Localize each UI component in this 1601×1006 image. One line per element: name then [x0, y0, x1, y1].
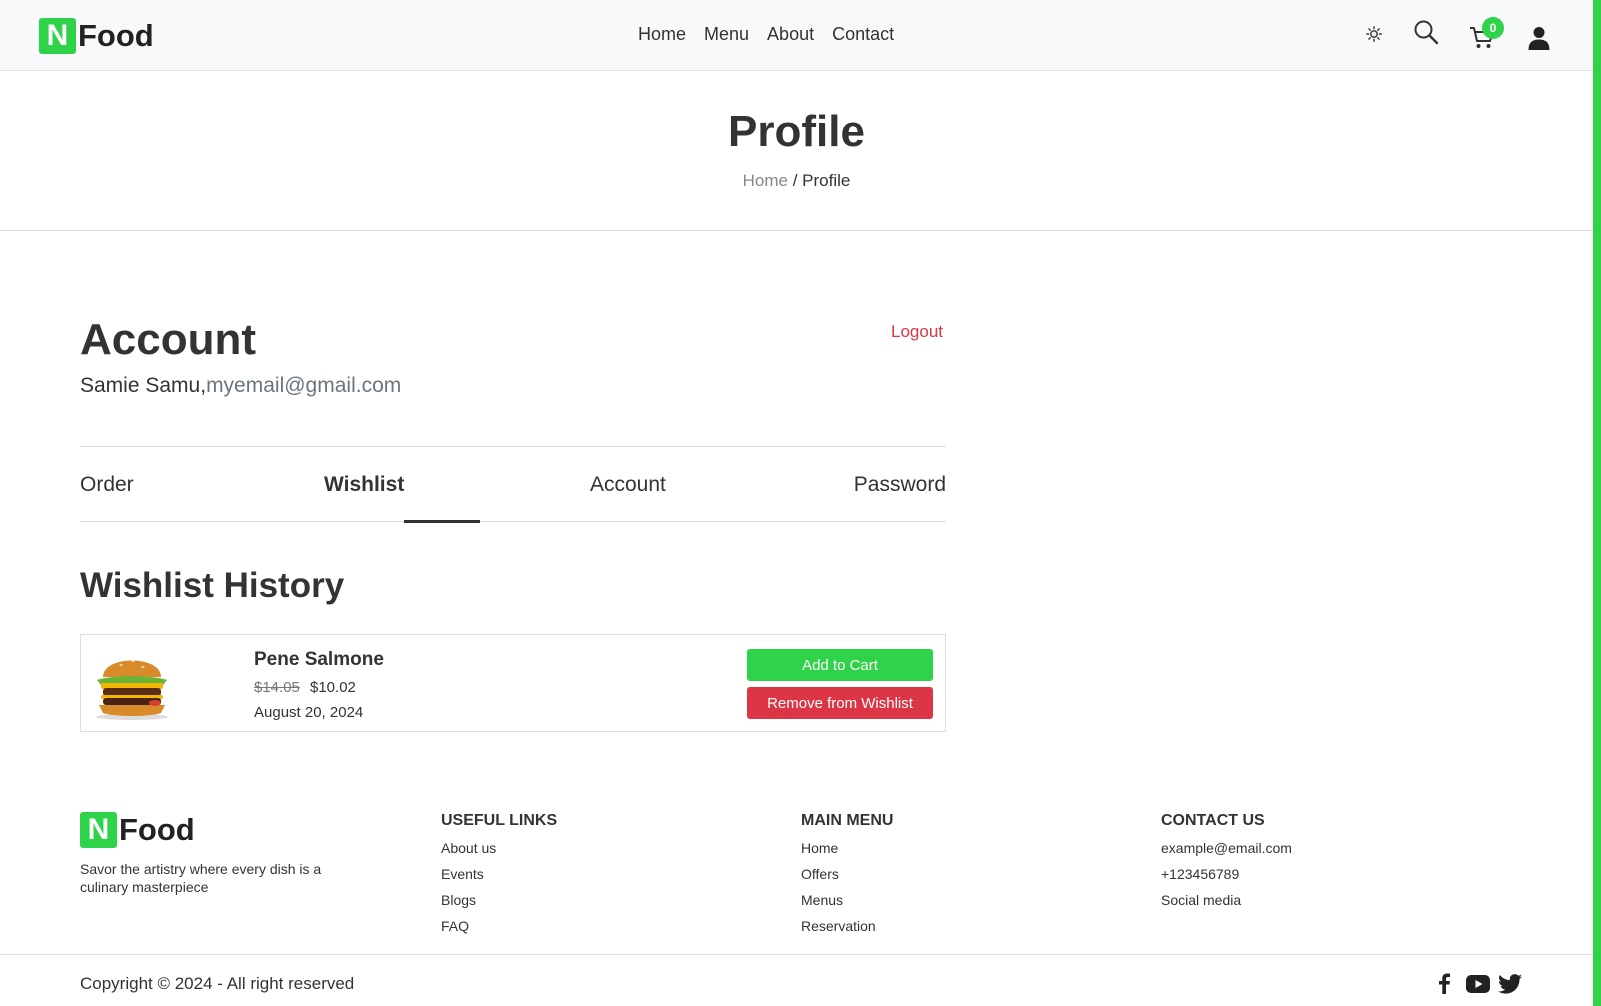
facebook-icon[interactable] — [1437, 972, 1451, 999]
page-edge-accent — [1593, 0, 1601, 1006]
copyright-text: Copyright © 2024 - All right reserved — [80, 974, 355, 993]
footer-contact-email[interactable]: example@email.com — [1161, 840, 1292, 866]
footer-useful-links-title: USEFUL LINKS — [441, 812, 558, 829]
footer-tagline: Savor the artistry where every dish is a… — [80, 861, 322, 895]
footer-main-menu: MAIN MENU Home Offers Menus Reservation — [801, 812, 893, 944]
footer-bottom: Copyright © 2024 - All right reserved — [0, 954, 1593, 1006]
wishlist-item-old-price: $14.05 — [254, 679, 300, 696]
wishlist-item-price: $10.02 — [310, 679, 356, 696]
footer-link-events[interactable]: Events — [441, 866, 557, 892]
tab-wishlist[interactable]: Wishlist — [324, 473, 404, 497]
youtube-icon[interactable] — [1466, 975, 1490, 998]
page-header: Profile Home / Profile — [0, 71, 1593, 231]
breadcrumb-separator: / — [788, 171, 803, 190]
user-icon[interactable] — [1526, 24, 1552, 52]
footer-useful-links: USEFUL LINKS About us Events Blogs FAQ — [441, 812, 557, 944]
logout-link[interactable]: Logout — [891, 322, 943, 342]
breadcrumb-current: Profile — [802, 171, 851, 190]
add-to-cart-button[interactable]: Add to Cart — [747, 649, 933, 681]
brand-logo[interactable]: N Food — [39, 18, 154, 54]
footer-brand-logo[interactable]: N Food — [80, 812, 195, 848]
main-nav: Home Menu About Contact — [638, 24, 894, 45]
account-user-name: Samie Samu, — [80, 374, 207, 397]
account-user-info: Samie Samu,myemail@gmail.com — [80, 374, 401, 398]
page-title: Profile — [728, 107, 865, 156]
wishlist-item-name[interactable]: Pene Salmone — [254, 649, 384, 671]
footer-menu-menus[interactable]: Menus — [801, 892, 893, 918]
navbar: N Food Home Menu About Contact 0 — [0, 0, 1593, 71]
nav-home[interactable]: Home — [638, 24, 686, 45]
tab-account[interactable]: Account — [590, 473, 666, 497]
wishlist-item: Pene Salmone $14.05 $10.02 August 20, 20… — [80, 634, 946, 732]
active-tab-indicator — [404, 520, 480, 523]
nav-about[interactable]: About — [767, 24, 814, 45]
remove-from-wishlist-button[interactable]: Remove from Wishlist — [747, 687, 933, 719]
tab-order[interactable]: Order — [80, 473, 134, 497]
footer-brand-name: Food — [119, 812, 195, 847]
cart-count-badge: 0 — [1482, 17, 1504, 39]
footer-contact-phone[interactable]: +123456789 — [1161, 866, 1292, 892]
footer-contact-social[interactable]: Social media — [1161, 892, 1292, 918]
account-title: Account — [80, 315, 256, 364]
footer-menu-home[interactable]: Home — [801, 840, 893, 866]
twitter-icon[interactable] — [1498, 974, 1522, 999]
footer-contact-title: CONTACT US — [1161, 812, 1265, 829]
wishlist-title: Wishlist History — [80, 566, 345, 605]
breadcrumb: Home / Profile — [0, 171, 1593, 191]
footer-link-blogs[interactable]: Blogs — [441, 892, 557, 918]
profile-tabs: Order Wishlist Account Password — [80, 446, 946, 523]
footer-link-faq[interactable]: FAQ — [441, 918, 557, 944]
footer-menu-offers[interactable]: Offers — [801, 866, 893, 892]
footer-main-menu-title: MAIN MENU — [801, 812, 894, 829]
account-email: myemail@gmail.com — [206, 374, 402, 397]
breadcrumb-home[interactable]: Home — [743, 171, 788, 190]
tab-password[interactable]: Password — [854, 473, 946, 497]
burger-image — [91, 647, 173, 721]
sun-icon[interactable] — [1364, 24, 1384, 44]
nav-menu[interactable]: Menu — [704, 24, 749, 45]
footer-link-about[interactable]: About us — [441, 840, 557, 866]
brand-name: Food — [78, 18, 154, 53]
footer-menu-reservation[interactable]: Reservation — [801, 918, 893, 944]
nav-contact[interactable]: Contact — [832, 24, 894, 45]
brand-letter: N — [39, 18, 76, 54]
footer-brand-letter: N — [80, 812, 117, 848]
wishlist-item-date: August 20, 2024 — [254, 704, 364, 721]
search-icon[interactable] — [1412, 18, 1440, 46]
footer-contact: CONTACT US example@email.com +123456789 … — [1161, 812, 1292, 918]
